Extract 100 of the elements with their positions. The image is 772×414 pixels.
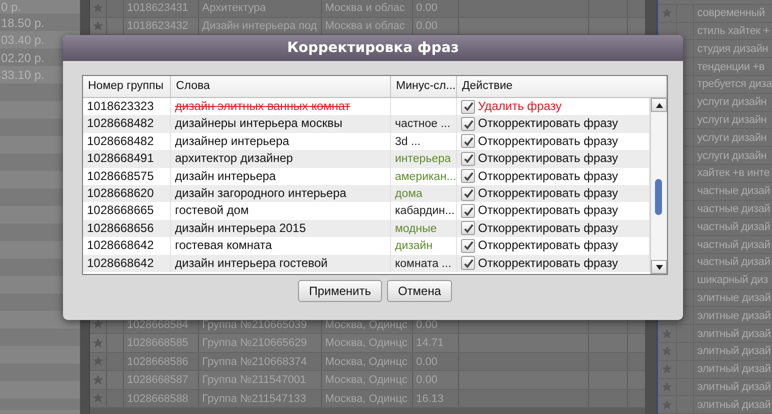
column-header[interactable]: Номер группы [83, 76, 171, 97]
phrase-text: элитный дизай [697, 380, 771, 393]
phrase-text: частные дизай [697, 185, 770, 198]
table-cell: 1028668642 [83, 254, 171, 272]
scrollbar[interactable] [650, 98, 667, 274]
phrase-text: тенденции +в [697, 60, 765, 73]
dialog-title: Корректировка фраз [63, 35, 683, 61]
list-row[interactable]: элитный дизай [658, 325, 772, 343]
minus-word: частное ... [395, 118, 450, 130]
phrase-text: элитный дизай [697, 328, 771, 340]
list-row[interactable]: элитный дизай [658, 378, 772, 396]
action-label: Откорректировать фразу [478, 168, 618, 185]
action-label: Удалить фразу [478, 98, 562, 115]
dialog-button[interactable]: Применить [298, 280, 382, 302]
checkbox[interactable] [461, 169, 475, 184]
minus-word: американ... [395, 170, 456, 183]
checkbox[interactable] [461, 117, 475, 132]
checkbox[interactable] [461, 256, 475, 270]
checkbox[interactable] [461, 186, 475, 201]
minus-word: 3d ... [395, 136, 421, 148]
minus-word: комната ... [395, 258, 452, 270]
phrase-text: стиль хайтек + [697, 24, 770, 37]
action-label: Откорректировать фразу [478, 220, 618, 237]
price-text: 02.20 р. [1, 50, 44, 65]
table-cell: Москва, Одинцс [322, 352, 414, 370]
list-row[interactable]: элитный дизай [658, 396, 772, 414]
minus-word: дома [395, 188, 422, 200]
phrase-text: дизайн элитных ванных комнат [175, 99, 350, 113]
table-row[interactable]: 1028668586 Группа №210668374 Москва, Одинцс 0.00 [90, 352, 646, 371]
phrase-text: современный [697, 7, 765, 20]
table-cell: 0.00 [413, 352, 460, 370]
checkbox[interactable] [461, 221, 475, 236]
phrase-text: элитный дизай [697, 363, 771, 376]
action-label: Откорректировать фразу [478, 184, 618, 202]
action-label: Откорректировать фразу [478, 115, 618, 132]
column-header[interactable]: Действие [457, 76, 667, 97]
checkbox[interactable] [461, 238, 475, 253]
scroll-up-icon[interactable] [651, 98, 667, 112]
price-text: 18.50 р. [1, 16, 44, 30]
column-header[interactable]: Слова [171, 76, 391, 97]
table-row[interactable]: 1028668588 Группа №211547133 Москва, Одинцс 16.13 [90, 390, 646, 408]
phrase-text: частный дизай [697, 256, 770, 268]
phrase-text: требуется диза [697, 78, 772, 90]
phrase-text: дизайн интерьера гостевой [175, 256, 328, 270]
phrase-text: элитные дизай [697, 310, 771, 322]
scroll-down-icon[interactable] [651, 260, 667, 274]
scroll-thumb[interactable] [655, 179, 662, 215]
phrase-text: элитный дизай [697, 398, 771, 411]
table-cell: 1028668588 [124, 390, 200, 407]
phrase-text: частный дизай [697, 220, 770, 233]
minus-word: кабардин... [395, 205, 455, 218]
phrase-text: элитные дизай [697, 292, 771, 304]
action-label: Откорректировать фразу [478, 202, 618, 220]
checkbox[interactable] [461, 134, 475, 148]
list-row[interactable]: современный [658, 4, 772, 23]
table-cell: Группа №210668374 [199, 352, 322, 370]
table-cell: Москва, Одинцс [322, 390, 414, 407]
star-icon[interactable] [92, 318, 104, 330]
phrase-text: дизайн интерьера [175, 168, 276, 183]
list-row[interactable]: элитный дизай [658, 360, 772, 379]
phrase-text: дизайнеры интерьера москвы [175, 116, 342, 130]
minus-word: интерьера [395, 153, 451, 166]
column-header[interactable]: Минус-сл... [391, 76, 457, 97]
table-cell: Архитектура [199, 0, 322, 16]
phrase-text: дизайнер интерьера [175, 134, 290, 148]
star-icon[interactable] [92, 20, 104, 32]
table-row[interactable]: 1018623431 Архитектура Москва и облас 0.00 [90, 0, 646, 18]
phrase-text: услуги дизайн [697, 96, 767, 108]
phrase-text: дизайн загородного интерьера [175, 186, 346, 200]
phrase-text: шикарный диз [697, 274, 768, 286]
table-cell: Группа №211547133 [199, 390, 322, 407]
checkbox[interactable] [461, 100, 475, 114]
phrase-text: услуги дизайн [697, 132, 767, 144]
list-row[interactable]: элитный дизай [658, 342, 772, 361]
action-label: Откорректировать фразу [478, 254, 618, 272]
action-label: Откорректировать фразу [478, 237, 618, 254]
table-cell: Москва и облас [322, 0, 414, 16]
phrase-text: услуги дизайн [697, 114, 767, 126]
action-label: Откорректировать фразу [478, 150, 618, 168]
phrase-text: услуги дизайн [697, 150, 767, 162]
checkbox[interactable] [461, 204, 475, 218]
table-cell: 16.13 [413, 390, 460, 407]
phrase-text: частный дизай [697, 238, 770, 251]
table-cell: 1028668586 [124, 352, 200, 370]
phrase-text: студия дизайн [697, 42, 768, 55]
phrase-text: архитектор дизайнер [175, 151, 293, 166]
dialog-button[interactable]: Отмена [386, 280, 452, 302]
minus-word: модные [395, 222, 437, 235]
minus-word: дизайн [395, 240, 433, 252]
table-cell: 0.00 [413, 0, 460, 16]
table-cell: 1018623431 [124, 0, 200, 16]
phrase-text: частные дизай [697, 202, 770, 215]
phrase-text: гостевой дом [175, 203, 249, 218]
star-icon[interactable] [92, 336, 104, 349]
phrase-text: хайтек +в инте [697, 167, 770, 180]
star-icon[interactable] [92, 374, 104, 386]
checkbox[interactable] [461, 152, 475, 166]
phrase-text: гостевая комната [175, 238, 272, 252]
phrase-text: дизайн интерьера 2015 [175, 220, 306, 235]
phrase-text: элитный дизай [697, 345, 771, 358]
